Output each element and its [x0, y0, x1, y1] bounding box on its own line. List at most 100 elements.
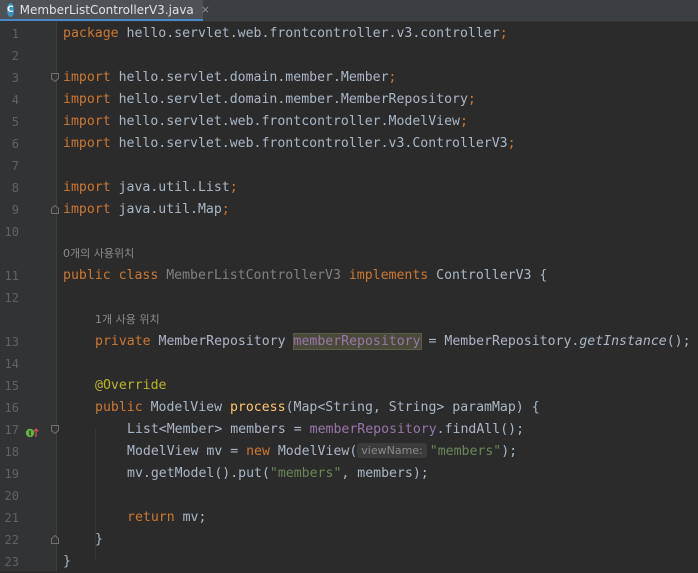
- line-number: 19: [4, 467, 19, 481]
- keyword: public class: [63, 268, 167, 283]
- code-line-18: ModelView mv = new ModelView(viewName: "m…: [127, 441, 517, 463]
- code-line-21: return mv;: [127, 507, 206, 529]
- keyword: new: [246, 444, 270, 459]
- code-line-9: import java.util.Map;: [63, 199, 230, 221]
- line-number: 4: [11, 93, 19, 107]
- statement: mv;: [174, 510, 207, 525]
- keyword: import: [63, 92, 111, 107]
- code-line-6: import hello.servlet.web.frontcontroller…: [63, 133, 516, 155]
- code-line-4: import hello.servlet.domain.member.Membe…: [63, 89, 476, 111]
- line-number: 20: [4, 489, 19, 503]
- method-name: process: [229, 400, 286, 415]
- import-path: hello.servlet.domain.member.MemberReposi…: [110, 92, 468, 107]
- code-line-19: mv.getModel().put("members", members);: [127, 463, 429, 485]
- line-number: 23: [4, 555, 19, 569]
- fold-start-icon[interactable]: [51, 425, 59, 434]
- static-method: getInstance: [579, 334, 667, 349]
- import-path: java.util.Map: [110, 202, 222, 217]
- fold-start-icon[interactable]: [51, 73, 59, 82]
- statement: ModelView(: [269, 444, 358, 459]
- line-number: 16: [4, 401, 19, 415]
- line-number: 6: [11, 137, 19, 151]
- keyword: private: [95, 334, 159, 349]
- code-line-11: public class MemberListControllerV3 impl…: [63, 265, 547, 287]
- keyword: import: [63, 136, 111, 151]
- keyword: public: [95, 400, 151, 415]
- closing-brace: }: [95, 532, 103, 547]
- field-ref: memberRepository: [309, 422, 437, 437]
- implements-method-icon[interactable]: I: [25, 424, 39, 438]
- interface-name: ControllerV3 {: [436, 268, 548, 283]
- semicolon: ;: [459, 114, 468, 129]
- line-number: 7: [11, 159, 19, 173]
- class-name: MemberListControllerV3: [166, 268, 341, 283]
- statement: List<Member> members =: [127, 422, 310, 437]
- return-type: ModelView: [150, 400, 230, 415]
- parameter-name-hint: viewName:: [357, 443, 427, 458]
- gutter-divider: [56, 22, 57, 571]
- code-line-13: private MemberRepository memberRepositor…: [95, 331, 691, 353]
- line-number: 10: [4, 225, 19, 239]
- call-end: ();: [666, 334, 691, 349]
- code-editor[interactable]: 1 2 3 4 5 6 7 8 9 10 11 12 13 14 15 16 1…: [0, 22, 698, 571]
- line-number: 8: [11, 181, 19, 195]
- line-number: 15: [4, 379, 19, 393]
- import-path: java.util.List: [110, 180, 230, 195]
- annotation: @Override: [95, 378, 167, 393]
- line-number: 21: [4, 511, 19, 525]
- import-path: hello.servlet.domain.member.Member: [110, 70, 389, 85]
- line-number: 17: [4, 423, 19, 437]
- keyword: import: [63, 202, 111, 217]
- line-number: 12: [4, 291, 19, 305]
- line-number: 1: [11, 27, 19, 41]
- statement: mv.getModel().put(: [127, 466, 270, 481]
- tab-filename: MemberListControllerV3.java: [19, 2, 194, 17]
- field-usages-hint[interactable]: 1개 사용 위치: [95, 309, 160, 331]
- line-number: 11: [4, 269, 19, 283]
- code-line-23: }: [63, 551, 71, 573]
- java-class-icon: C: [7, 2, 14, 17]
- field-highlighted: memberRepository: [292, 333, 422, 350]
- fold-end-icon[interactable]: [51, 535, 59, 544]
- code-line-3: import hello.servlet.domain.member.Membe…: [63, 67, 396, 89]
- code-line-16: public ModelView process(Map<String, Str…: [95, 397, 540, 419]
- class-usages-hint[interactable]: 0개의 사용위치: [63, 243, 134, 265]
- semicolon: ;: [388, 70, 397, 85]
- svg-text:I: I: [29, 430, 32, 438]
- editor-tab-active[interactable]: C MemberListControllerV3.java ×: [0, 0, 210, 21]
- code-line-15: @Override: [95, 375, 166, 397]
- line-number: 5: [11, 115, 19, 129]
- statement: .findAll();: [436, 422, 525, 437]
- code-line-8: import java.util.List;: [63, 177, 238, 199]
- line-number: 13: [4, 335, 19, 349]
- statement: ModelView mv =: [127, 444, 247, 459]
- line-number: 18: [4, 445, 19, 459]
- keyword: import: [63, 180, 111, 195]
- editor-tab-bar: C MemberListControllerV3.java ×: [0, 0, 698, 22]
- semicolon: ;: [499, 26, 508, 41]
- statement: , members);: [341, 466, 429, 481]
- keyword: package: [63, 26, 119, 41]
- import-path: hello.servlet.web.frontcontroller.ModelV…: [110, 114, 460, 129]
- line-number: 3: [11, 71, 19, 85]
- semicolon: ;: [229, 180, 238, 195]
- statement: );: [501, 444, 518, 459]
- close-tab-icon[interactable]: ×: [201, 3, 210, 16]
- line-number: 2: [11, 49, 19, 63]
- line-number: 14: [4, 357, 19, 371]
- keyword: implements: [340, 268, 437, 283]
- line-number: 9: [11, 203, 19, 217]
- method-params: (Map<String, String> paramMap) {: [285, 400, 540, 415]
- keyword: import: [63, 70, 111, 85]
- semicolon: ;: [467, 92, 476, 107]
- import-path: hello.servlet.web.frontcontroller.v3.Con…: [110, 136, 508, 151]
- closing-brace: }: [63, 554, 71, 569]
- fold-end-icon[interactable]: [51, 205, 59, 214]
- semicolon: ;: [221, 202, 230, 217]
- code-line-17: List<Member> members = memberRepository.…: [127, 419, 524, 441]
- code-line-22: }: [95, 529, 103, 551]
- code-line-1: package hello.servlet.web.frontcontrolle…: [63, 23, 508, 45]
- keyword: import: [63, 114, 111, 129]
- keyword: return: [127, 510, 175, 525]
- type-name: MemberRepository: [158, 334, 294, 349]
